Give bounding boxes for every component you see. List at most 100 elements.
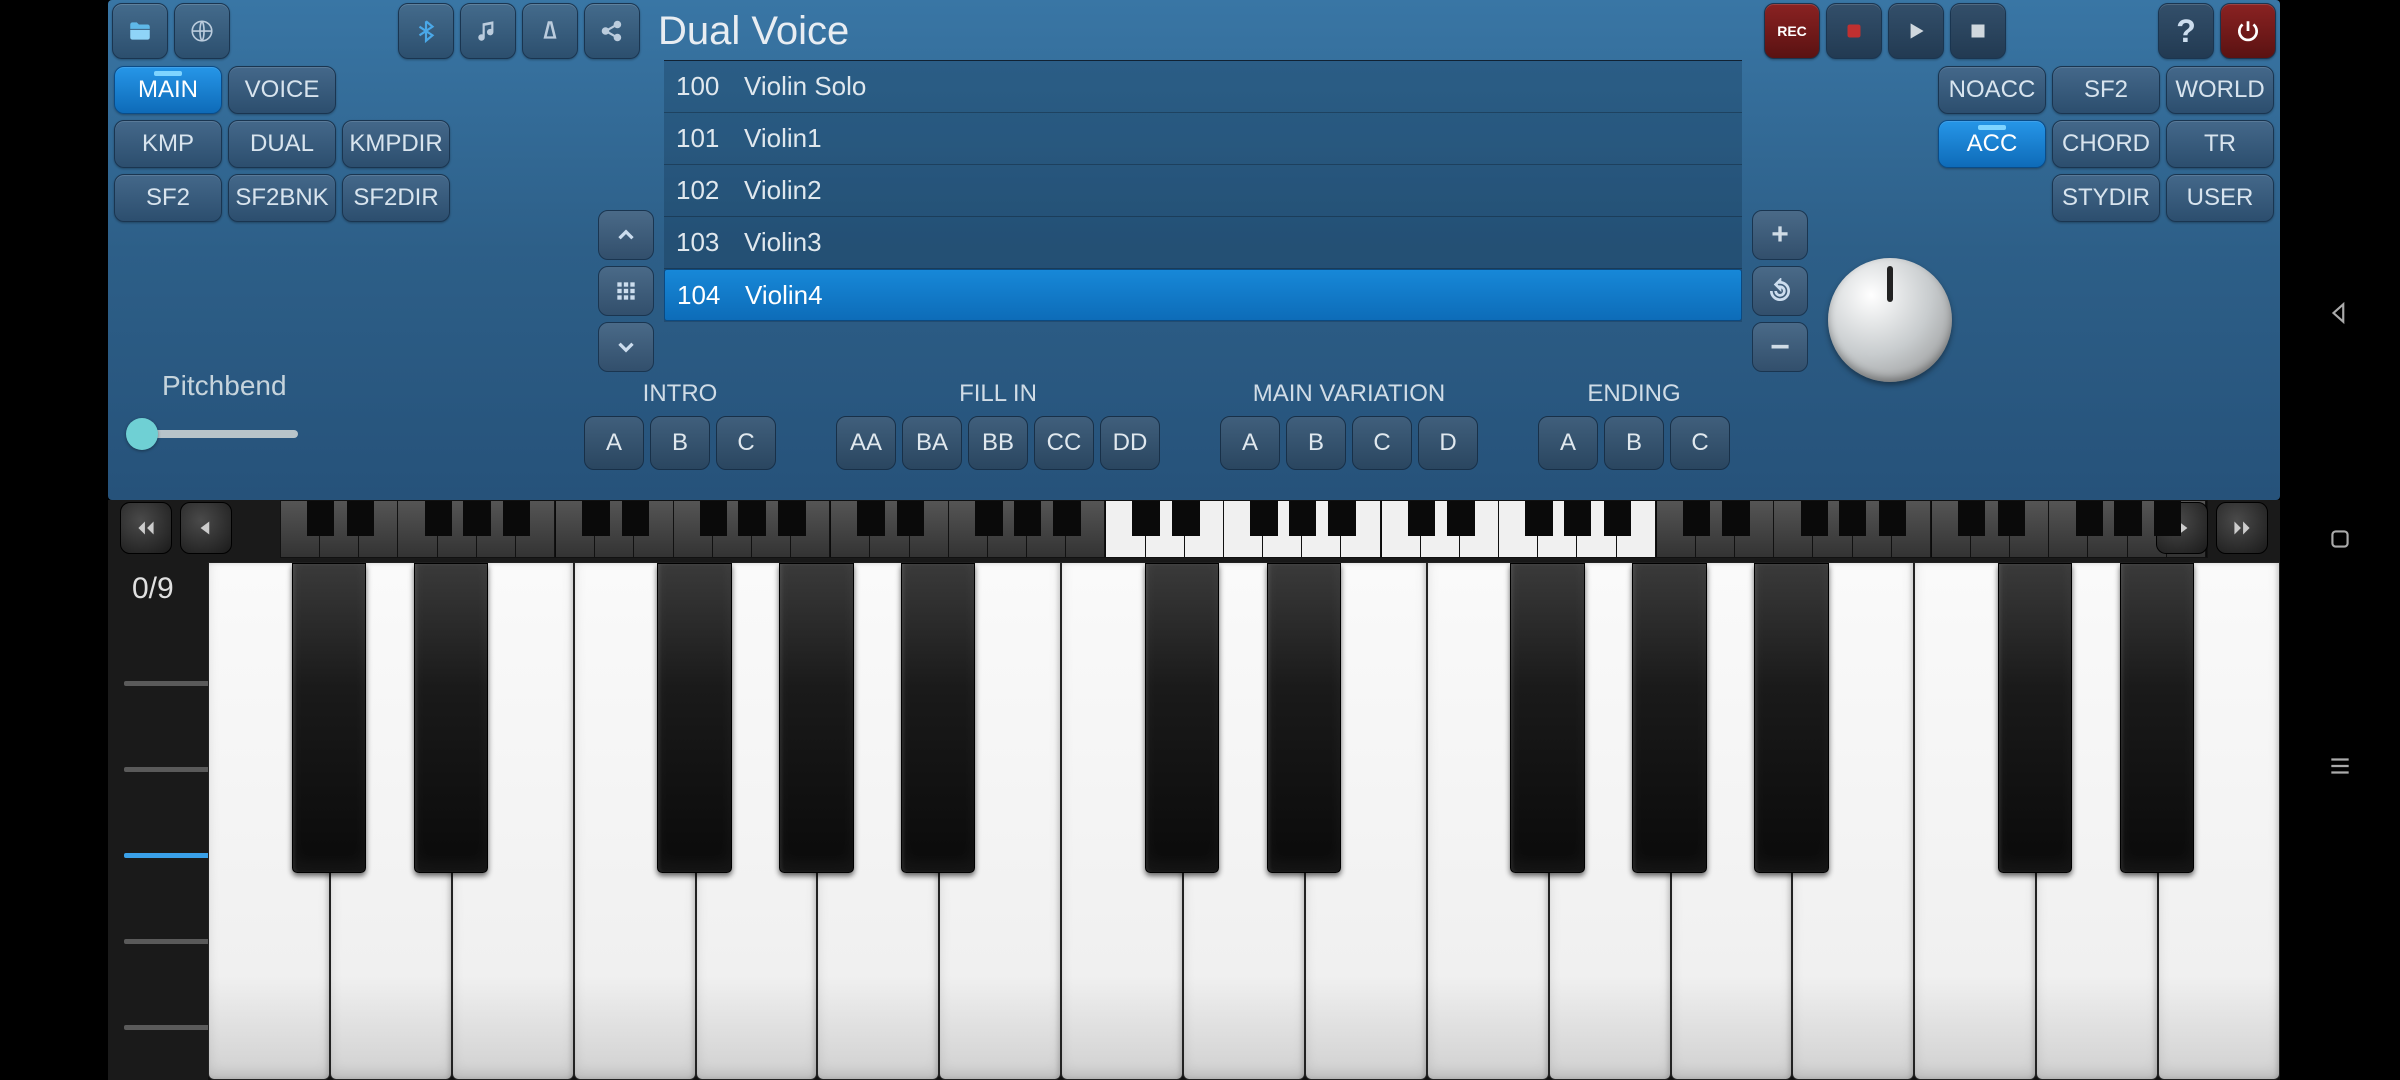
tab-sf2bnk[interactable]: SF2BNK <box>228 174 336 222</box>
tempo-knob[interactable] <box>1828 258 1952 382</box>
keyboard-area: 0/9 <box>108 500 2280 1080</box>
scroll-down-icon[interactable] <box>598 322 654 372</box>
bluetooth-icon[interactable] <box>398 3 454 59</box>
black-key[interactable] <box>901 563 975 873</box>
voice-name: Violin Solo <box>744 71 866 102</box>
globe-icon[interactable] <box>174 3 230 59</box>
voice-name: Violin4 <box>745 280 823 311</box>
stop-button[interactable] <box>1826 3 1882 59</box>
velocity-meter[interactable] <box>124 640 214 1070</box>
black-key[interactable] <box>2120 563 2194 873</box>
record-button[interactable]: REC <box>1764 3 1820 59</box>
octave-fast-up-icon[interactable] <box>2216 502 2268 554</box>
tab-sf2[interactable]: SF2 <box>114 174 222 222</box>
piano-keys <box>208 562 2280 1080</box>
black-key[interactable] <box>1754 563 1828 873</box>
tab-kmpdir[interactable]: KMPDIR <box>342 120 450 168</box>
tab-chord[interactable]: CHORD <box>2052 120 2160 168</box>
voice-list: 100 Violin Solo 101 Violin1 102 Violin2 … <box>664 60 1742 322</box>
tab-acc[interactable]: ACC <box>1938 120 2046 168</box>
vel-bar <box>124 853 214 858</box>
power-button[interactable] <box>2220 3 2276 59</box>
tab-user[interactable]: USER <box>2166 174 2274 222</box>
tab-tr[interactable]: TR <box>2166 120 2274 168</box>
black-key[interactable] <box>1632 563 1706 873</box>
voice-item[interactable]: 104 Violin4 <box>664 269 1742 321</box>
scroll-up-icon[interactable] <box>598 210 654 260</box>
left-tab-grid: MAIN VOICE KMP DUAL KMPDIR SF2 SF2BNK SF… <box>114 66 450 222</box>
tab-dual[interactable]: DUAL <box>228 120 336 168</box>
black-key[interactable] <box>1998 563 2072 873</box>
android-nav-bar <box>2280 0 2400 1080</box>
music-library-icon[interactable] <box>460 3 516 59</box>
help-button[interactable]: ? <box>2158 3 2214 59</box>
play-button[interactable] <box>1888 3 1944 59</box>
ending-c[interactable]: C <box>1670 416 1730 470</box>
pause-stop-button[interactable] <box>1950 3 2006 59</box>
white-key[interactable] <box>1914 562 2036 1080</box>
right-tab-grid: NOACC SF2 WORLD ACC CHORD TR STYDIR USER <box>1938 66 2274 222</box>
black-key[interactable] <box>414 563 488 873</box>
voice-num: 104 <box>677 280 731 311</box>
voice-item[interactable]: 101 Violin1 <box>664 113 1742 165</box>
voice-item[interactable]: 103 Violin3 <box>664 217 1742 269</box>
white-key[interactable] <box>1427 562 1549 1080</box>
reset-icon[interactable] <box>1752 266 1808 316</box>
tab-kmp[interactable]: KMP <box>114 120 222 168</box>
black-key[interactable] <box>1510 563 1584 873</box>
pitchbend-label: Pitchbend <box>162 370 287 402</box>
octave-down-icon[interactable] <box>180 502 232 554</box>
tab-noacc[interactable]: NOACC <box>1938 66 2046 114</box>
voice-edit-controls: + − <box>1752 210 1808 372</box>
fillin-cc[interactable]: CC <box>1034 416 1094 470</box>
black-key[interactable] <box>292 563 366 873</box>
intro-b[interactable]: B <box>650 416 710 470</box>
white-key[interactable] <box>1061 562 1183 1080</box>
grid-view-icon[interactable] <box>598 266 654 316</box>
voice-item[interactable]: 102 Violin2 <box>664 165 1742 217</box>
vel-bar <box>124 939 214 944</box>
black-key[interactable] <box>657 563 731 873</box>
pitchbend-thumb[interactable] <box>126 418 158 450</box>
voice-item[interactable]: 100 Violin Solo <box>664 61 1742 113</box>
fillin-aa[interactable]: AA <box>836 416 896 470</box>
fillin-dd[interactable]: DD <box>1100 416 1160 470</box>
section-label-fillin: FILL IN <box>836 380 1160 408</box>
white-key[interactable] <box>574 562 696 1080</box>
fillin-ba[interactable]: BA <box>902 416 962 470</box>
white-key[interactable] <box>208 562 330 1080</box>
metronome-icon[interactable] <box>522 3 578 59</box>
intro-a[interactable]: A <box>584 416 644 470</box>
mini-keyboard-overview[interactable] <box>280 500 2208 558</box>
black-key[interactable] <box>779 563 853 873</box>
tab-stydir[interactable]: STYDIR <box>2052 174 2160 222</box>
add-icon[interactable]: + <box>1752 210 1808 260</box>
mainvar-c[interactable]: C <box>1352 416 1412 470</box>
folder-icon[interactable] <box>112 3 168 59</box>
ending-a[interactable]: A <box>1538 416 1598 470</box>
back-icon[interactable] <box>2327 291 2353 336</box>
home-icon[interactable] <box>2327 517 2353 562</box>
mainvar-d[interactable]: D <box>1418 416 1478 470</box>
fillin-bb[interactable]: BB <box>968 416 1028 470</box>
main-panel: Dual Voice REC ? MAIN <box>108 0 2280 500</box>
recents-icon[interactable] <box>2327 744 2353 789</box>
mainvar-b[interactable]: B <box>1286 416 1346 470</box>
vel-bar <box>124 767 214 772</box>
pitchbend-track[interactable] <box>138 430 298 438</box>
tab-main[interactable]: MAIN <box>114 66 222 114</box>
ending-b[interactable]: B <box>1604 416 1664 470</box>
tab-voice[interactable]: VOICE <box>228 66 336 114</box>
mainvar-a[interactable]: A <box>1220 416 1280 470</box>
tab-world[interactable]: WORLD <box>2166 66 2274 114</box>
voice-name: Violin2 <box>744 175 822 206</box>
remove-icon[interactable]: − <box>1752 322 1808 372</box>
black-key[interactable] <box>1267 563 1341 873</box>
share-icon[interactable] <box>584 3 640 59</box>
voice-name: Violin3 <box>744 227 822 258</box>
tab-rsf2[interactable]: SF2 <box>2052 66 2160 114</box>
octave-fast-down-icon[interactable] <box>120 502 172 554</box>
tab-sf2dir[interactable]: SF2DIR <box>342 174 450 222</box>
black-key[interactable] <box>1145 563 1219 873</box>
intro-c[interactable]: C <box>716 416 776 470</box>
